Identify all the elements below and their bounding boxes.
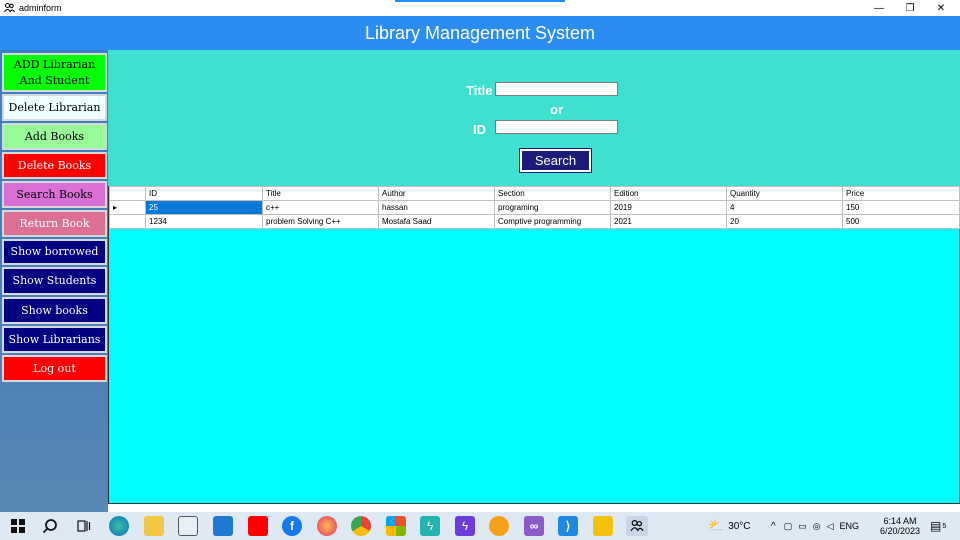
table-cell[interactable]: 1234 xyxy=(145,214,263,229)
app-window: adminform — ❐ ✕ Library Management Syste… xyxy=(0,0,960,512)
window-title: adminform xyxy=(19,3,62,13)
search-panel: Title or ID Search xyxy=(108,50,960,186)
books-grid-area: ID Title Author Section Edition Quantity… xyxy=(108,186,960,504)
title-label: Title xyxy=(466,83,493,98)
table-cell[interactable]: hassan xyxy=(378,200,495,215)
sidebar: ADD Librarian And Student Delete Librari… xyxy=(0,50,108,512)
table-cell[interactable]: 500 xyxy=(842,214,960,229)
visual-studio-icon[interactable]: ∞ xyxy=(524,516,544,536)
file-explorer-icon[interactable] xyxy=(144,516,164,536)
row-header-corner xyxy=(109,186,146,201)
weather-icon: ⛅ xyxy=(708,518,725,533)
add-librarian-student-button[interactable]: ADD Librarian And Student xyxy=(2,53,107,92)
clock[interactable]: 6:14 AM 6/20/2023 xyxy=(880,512,920,540)
search-icon[interactable] xyxy=(40,516,60,536)
sidebar-item-label: And Student xyxy=(19,73,90,87)
column-header-edition[interactable]: Edition xyxy=(610,186,727,201)
battery-icon[interactable]: ▭ xyxy=(798,521,807,532)
title-accent xyxy=(395,0,565,2)
notification-icon: ▤ xyxy=(930,519,942,533)
table-row[interactable]: 1234 problem Solving C++ Mostafa Saad Co… xyxy=(109,214,960,229)
close-button[interactable]: ✕ xyxy=(926,0,956,16)
table-header-row: ID Title Author Section Edition Quantity… xyxy=(109,186,960,201)
column-header-title[interactable]: Title xyxy=(262,186,379,201)
minimize-button[interactable]: — xyxy=(864,0,894,16)
store-icon[interactable] xyxy=(178,516,198,536)
chevron-up-icon[interactable]: ^ xyxy=(771,521,776,532)
clock-date: 6/20/2023 xyxy=(879,526,921,536)
column-header-id[interactable]: ID xyxy=(145,186,263,201)
row-header[interactable] xyxy=(109,214,146,229)
table-cell[interactable]: 4 xyxy=(726,200,843,215)
delete-books-button[interactable]: Delete Books xyxy=(2,152,107,179)
title-input[interactable] xyxy=(495,82,618,96)
notification-count: 5 xyxy=(942,522,947,530)
books-table: ID Title Author Section Edition Quantity… xyxy=(109,186,960,229)
table-cell[interactable]: Mostafa Saad xyxy=(378,214,495,229)
table-cell[interactable]: c++ xyxy=(262,200,379,215)
table-cell[interactable]: programing xyxy=(494,200,611,215)
table-cell[interactable]: 150 xyxy=(842,200,960,215)
id-label: ID xyxy=(473,122,486,137)
id-input[interactable] xyxy=(495,120,618,134)
restore-button[interactable]: ❐ xyxy=(895,0,925,16)
table-cell[interactable]: 20 xyxy=(726,214,843,229)
task-view-icon[interactable] xyxy=(74,516,94,536)
chrome-icon[interactable] xyxy=(351,516,371,536)
table-cell[interactable]: problem Solving C++ xyxy=(262,214,379,229)
youtube-icon[interactable] xyxy=(248,516,268,536)
start-windows-icon[interactable] xyxy=(8,516,28,536)
column-header-author[interactable]: Author xyxy=(378,186,495,201)
sidebar-item-label: ADD Librarian xyxy=(13,57,96,71)
show-borrowed-button[interactable]: Show borrowed xyxy=(2,239,107,265)
adminform-app-icon[interactable] xyxy=(626,516,648,536)
weather-temp: 30°C xyxy=(728,520,751,532)
delete-librarian-button[interactable]: Delete Librarian xyxy=(2,94,107,121)
show-librarians-button[interactable]: Show Librarians xyxy=(2,326,107,353)
vscode-icon[interactable]: ⟩ xyxy=(558,516,578,536)
office-apps-icon[interactable] xyxy=(386,516,406,536)
title-bar: adminform — ❐ ✕ xyxy=(0,0,960,16)
edge-browser-icon[interactable] xyxy=(109,516,129,536)
users-app-icon xyxy=(3,2,15,14)
return-book-button[interactable]: Return Book xyxy=(2,210,107,237)
python-app-icon[interactable] xyxy=(593,516,613,536)
page-title: Library Management System xyxy=(364,22,596,43)
weather-widget[interactable]: ⛅ 30°C xyxy=(708,512,751,540)
system-tray: ^ ▢ ▭ ◎ ◁ ENG xyxy=(771,512,859,540)
app-header: Library Management System xyxy=(0,16,960,50)
firefox-icon[interactable] xyxy=(317,516,337,536)
table-cell[interactable]: 2021 xyxy=(610,214,727,229)
facebook-icon[interactable]: f xyxy=(282,516,302,536)
column-header-section[interactable]: Section xyxy=(494,186,611,201)
table-cell[interactable]: 25 xyxy=(145,200,263,215)
add-books-button[interactable]: Add Books xyxy=(2,123,107,150)
device-icon[interactable]: ▢ xyxy=(784,521,793,532)
or-label: or xyxy=(550,102,563,117)
column-header-quantity[interactable]: Quantity xyxy=(726,186,843,201)
globe-icon[interactable]: ◎ xyxy=(813,521,821,532)
language-indicator[interactable]: ENG xyxy=(840,521,860,531)
table-cell[interactable]: Comptive programming xyxy=(494,214,611,229)
current-row-marker[interactable]: ▸ xyxy=(109,200,146,215)
show-students-button[interactable]: Show Students xyxy=(2,267,107,295)
notification-center[interactable]: ▤ 5 xyxy=(930,512,946,540)
search-button[interactable]: Search xyxy=(519,148,592,173)
clock-time: 6:14 AM xyxy=(883,516,917,526)
lightning-purple-app-icon[interactable]: ϟ xyxy=(455,516,475,536)
mail-icon[interactable] xyxy=(213,516,233,536)
headset-app-icon[interactable] xyxy=(489,516,509,536)
search-books-button[interactable]: Search Books xyxy=(2,181,107,208)
logout-button[interactable]: Log out xyxy=(2,355,107,382)
lightning-app-icon[interactable]: ϟ xyxy=(420,516,440,536)
show-books-button[interactable]: Show books xyxy=(2,297,107,324)
column-header-price[interactable]: Price xyxy=(842,186,960,201)
table-row[interactable]: ▸ 25 c++ hassan programing 2019 4 150 xyxy=(109,200,960,215)
table-cell[interactable]: 2019 xyxy=(610,200,727,215)
volume-icon[interactable]: ◁ xyxy=(827,521,834,532)
